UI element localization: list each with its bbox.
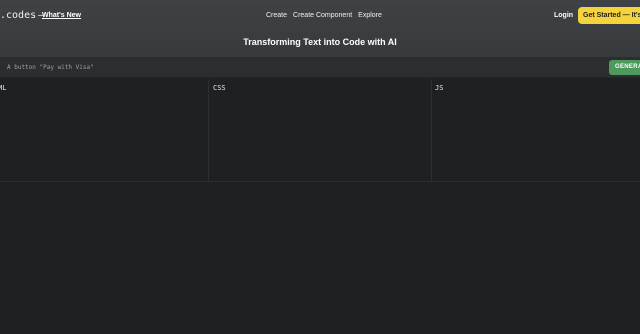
js-editor-pane[interactable]: JS [431, 79, 640, 182]
prompt-bar: › [0, 57, 640, 78]
nav-create-component[interactable]: Create Component [293, 10, 352, 22]
code-editors: ML CSS JS [0, 79, 640, 182]
prompt-input[interactable] [7, 62, 597, 73]
main-nav: Create Create Component Explore [266, 10, 382, 22]
html-editor-pane[interactable]: ML [0, 79, 208, 182]
logo[interactable]: .codes — [0, 10, 46, 22]
css-pane-label: CSS [213, 84, 226, 92]
nav-explore[interactable]: Explore [358, 10, 382, 22]
preview-area [0, 183, 640, 334]
header-hero: .codes — What's New Create Create Compone… [0, 0, 640, 57]
page-headline: Transforming Text into Code with AI [243, 37, 397, 47]
whats-new-link[interactable]: What's New [42, 10, 81, 22]
generate-button[interactable]: GENERATE [609, 60, 640, 75]
html-pane-label: ML [0, 84, 7, 92]
js-pane-label: JS [435, 84, 444, 92]
logo-text: .codes [0, 10, 37, 21]
nav-create[interactable]: Create [266, 10, 287, 22]
login-link[interactable]: Login [554, 10, 573, 22]
get-started-button[interactable]: Get Started — It's Fr [578, 7, 640, 24]
css-editor-pane[interactable]: CSS [208, 79, 431, 182]
